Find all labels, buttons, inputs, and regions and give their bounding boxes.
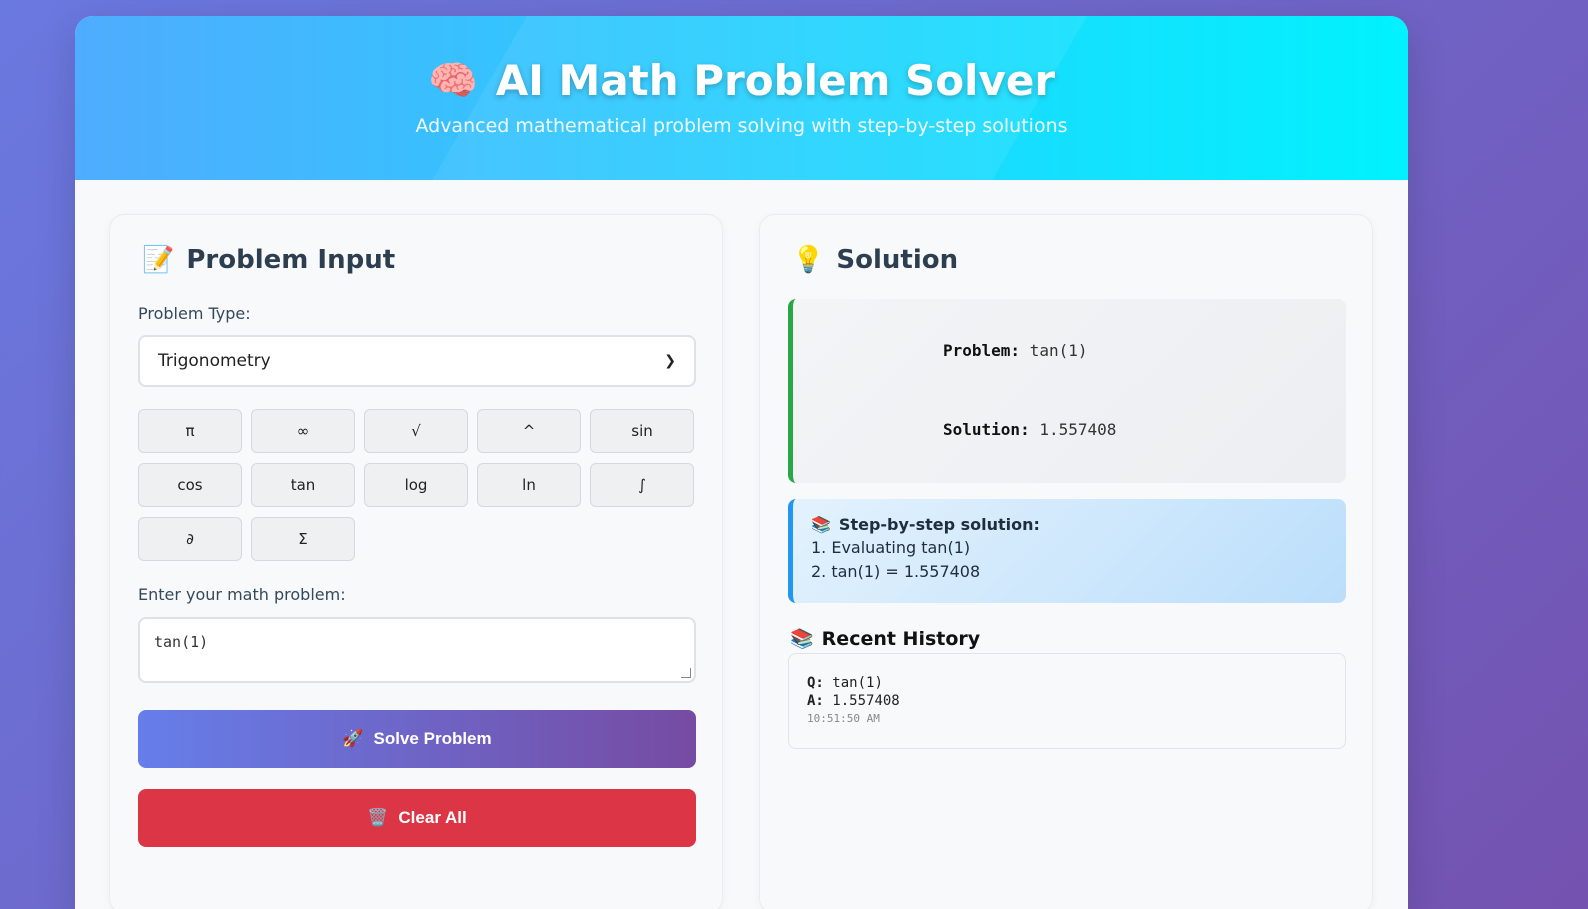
result-solution-value: 1.557408 (1039, 420, 1117, 439)
step-item: 2. tan(1) = 1.557408 (811, 562, 981, 581)
page-title: 🧠 AI Math Problem Solver (75, 16, 1408, 105)
symbol-button-integral[interactable]: ∫ (590, 463, 694, 507)
symbol-button-partial[interactable]: ∂ (138, 517, 242, 561)
problem-input-label: Enter your math problem: (138, 585, 346, 604)
brain-icon: 🧠 (427, 58, 478, 104)
page-title-text: AI Math Problem Solver (495, 56, 1056, 105)
steps-title: 📚 Step-by-step solution: (811, 515, 1328, 534)
chevron-down-icon: ❯ (664, 353, 676, 369)
page-subtitle: Advanced mathematical problem solving wi… (415, 115, 1068, 137)
result-box: Problem: tan(1) Solution: 1.557408 (788, 299, 1346, 483)
history-title: 📚 Recent History (790, 627, 981, 651)
result-problem-label: Problem: (943, 341, 1021, 360)
result-problem-line: Problem: tan(1) (943, 341, 1088, 360)
symbol-button-infinity[interactable]: ∞ (251, 409, 355, 453)
solution-title: 💡 Solution (792, 245, 958, 275)
rocket-icon: 🚀 (342, 729, 364, 749)
clear-all-button-label: Clear All (398, 808, 467, 827)
symbol-button-pi[interactable]: π (138, 409, 242, 453)
result-problem-value: tan(1) (1029, 341, 1088, 360)
symbol-button-log[interactable]: log (364, 463, 468, 507)
symbol-buttons: π ∞ √ ^ sin cos tan log ln ∫ ∂ Σ (138, 409, 698, 561)
steps-box: 📚 Step-by-step solution: 1. Evaluating t… (788, 499, 1346, 603)
history-a-value: 1.557408 (832, 693, 900, 709)
history-title-text: Recent History (821, 627, 981, 650)
problem-input-title: 📝 Problem Input (142, 245, 395, 275)
main-content: 📝 Problem Input Problem Type: Trigonomet… (75, 180, 1408, 909)
problem-input-title-text: Problem Input (186, 245, 396, 275)
solve-button[interactable]: 🚀 Solve Problem (138, 710, 696, 768)
step-item: 1. Evaluating tan(1) (811, 538, 971, 557)
symbol-button-ln[interactable]: ln (477, 463, 581, 507)
books-icon: 📚 (790, 628, 814, 650)
history-timestamp: 10:51:50 AM (807, 712, 880, 725)
symbol-button-tan[interactable]: tan (251, 463, 355, 507)
solution-panel: 💡 Solution Problem: tan(1) Solution: 1.5… (759, 214, 1373, 909)
trash-icon: 🗑️ (367, 808, 389, 828)
problem-type-value: Trigonometry (158, 351, 271, 371)
problem-type-select[interactable]: Trigonometry ❯ (138, 335, 696, 387)
history-a-label: A: (807, 693, 824, 709)
history-q-value: tan(1) (832, 675, 883, 691)
result-solution-line: Solution: 1.557408 (943, 420, 1116, 439)
problem-input-panel: 📝 Problem Input Problem Type: Trigonomet… (109, 214, 723, 909)
history-answer: A: 1.557408 (807, 692, 1327, 710)
symbol-button-cos[interactable]: cos (138, 463, 242, 507)
symbol-button-sigma[interactable]: Σ (251, 517, 355, 561)
problem-textarea[interactable]: tan(1) (138, 617, 696, 683)
solution-title-text: Solution (836, 245, 959, 275)
header: 🧠 AI Math Problem Solver Advanced mathem… (75, 16, 1408, 180)
history-question: Q: tan(1) (807, 674, 1327, 692)
app-container: 🧠 AI Math Problem Solver Advanced mathem… (75, 16, 1408, 909)
light-bulb-icon: 💡 (792, 245, 825, 275)
books-icon: 📚 (811, 515, 831, 534)
steps-title-text: Step-by-step solution: (838, 515, 1040, 534)
symbol-button-power[interactable]: ^ (477, 409, 581, 453)
symbol-button-sin[interactable]: sin (590, 409, 694, 453)
clear-all-button[interactable]: 🗑️ Clear All (138, 789, 696, 847)
problem-type-label: Problem Type: (138, 304, 251, 323)
problem-textarea-value: tan(1) (154, 633, 209, 651)
history-q-label: Q: (807, 675, 824, 691)
memo-icon: 📝 (142, 245, 175, 275)
result-solution-label: Solution: (943, 420, 1030, 439)
history-item[interactable]: Q: tan(1) A: 1.557408 10:51:50 AM (788, 653, 1346, 749)
solve-button-label: Solve Problem (373, 729, 492, 748)
symbol-button-sqrt[interactable]: √ (364, 409, 468, 453)
resize-handle-icon[interactable] (681, 668, 691, 678)
